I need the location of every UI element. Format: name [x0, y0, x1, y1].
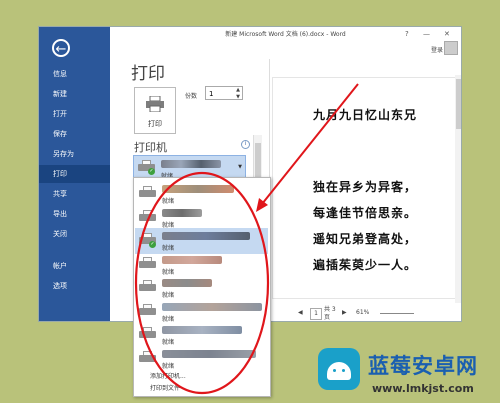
watermark-title: 蓝莓安卓网 — [368, 354, 478, 378]
watermark-logo — [318, 348, 360, 390]
red-circle-annotation — [134, 171, 270, 395]
watermark-url: www.lmkjst.com — [372, 382, 474, 395]
annotation-overlay — [134, 83, 359, 395]
red-arrow-annotation — [261, 83, 359, 205]
